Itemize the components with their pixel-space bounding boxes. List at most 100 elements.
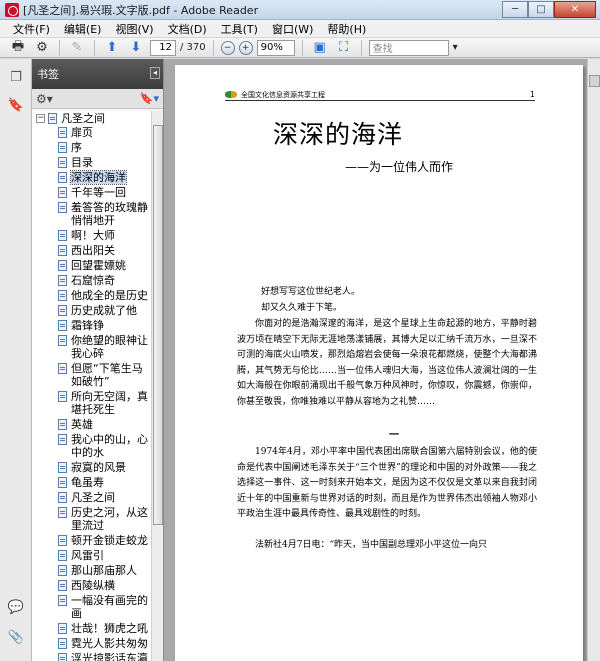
chapter-title: 深深的海洋 bbox=[273, 120, 404, 149]
paragraph-1: 你面对的是浩瀚深邃的海洋，是这个星球上生命起源的地方，平静时碧波万顷在晴空下无际… bbox=[237, 319, 537, 407]
bookmark-doc-icon bbox=[48, 112, 57, 124]
collapse-tree-icon[interactable]: − bbox=[36, 113, 45, 123]
fit-page-icon[interactable]: ▣ bbox=[310, 39, 330, 57]
bookmarks-icon[interactable]: 🔖 bbox=[8, 97, 24, 113]
bookmark-label: 啊！大师 bbox=[71, 229, 115, 242]
bookmark-item[interactable]: 霓光人影共匆匆 bbox=[32, 636, 152, 651]
bookmark-item[interactable]: 顿开金锁走蛟龙 bbox=[32, 533, 152, 548]
bookmark-doc-icon bbox=[58, 305, 67, 316]
search-dropdown-icon[interactable]: ▾ bbox=[453, 42, 458, 53]
toolbar: 🖶 ⚙ ✎ ⬆ ⬇ 12 / 370 − + 90% ▣ ⛶ 查找 ▾ bbox=[0, 38, 600, 58]
chapter-subtitle: ——为一位伟人而作 bbox=[345, 160, 454, 174]
menu-bar: 文件(F) 编辑(E) 视图(V) 文档(D) 工具(T) 窗口(W) 帮助(H… bbox=[0, 20, 600, 38]
menu-view[interactable]: 视图(V) bbox=[108, 21, 160, 37]
bookmark-label: 扉页 bbox=[71, 126, 93, 139]
search-input[interactable]: 查找 bbox=[368, 39, 449, 56]
create-pdf-icon[interactable]: ⚙ bbox=[32, 39, 52, 57]
bookmark-item[interactable]: 浮光掠影话东瀛 bbox=[32, 651, 152, 661]
bookmark-label: 一幅没有画完的画 bbox=[71, 594, 148, 620]
next-page-icon[interactable]: ⬇ bbox=[126, 39, 146, 57]
paragraph-3: 法新社4月7日电：“昨天，当中国副总理邓小平这位一向只 bbox=[255, 540, 488, 550]
bookmark-doc-icon bbox=[58, 595, 67, 606]
bookmark-item[interactable]: 他成全的是历史 bbox=[32, 288, 152, 303]
scroll-thumb[interactable] bbox=[589, 75, 600, 87]
comment-icon[interactable]: ✎ bbox=[67, 39, 87, 57]
bookmark-item[interactable]: 龟虽寿 bbox=[32, 475, 152, 490]
attachments-icon[interactable]: 📎 bbox=[8, 629, 24, 645]
page-total: / 370 bbox=[180, 42, 206, 53]
bookmark-item[interactable]: 霜锋铮 bbox=[32, 318, 152, 333]
comments-icon[interactable]: 💬 bbox=[8, 599, 24, 615]
bookmark-item[interactable]: 我心中的山，心中的水 bbox=[32, 432, 152, 460]
page-number: 1 bbox=[529, 90, 535, 99]
bookmark-item[interactable]: 风雷引 bbox=[32, 548, 152, 563]
maximize-button[interactable]: □ bbox=[528, 0, 554, 18]
bookmark-item[interactable]: 回望霍嫖姚 bbox=[32, 258, 152, 273]
bookmark-item[interactable]: 千年等一回 bbox=[32, 185, 152, 200]
bookmarks-scrollbar[interactable] bbox=[151, 111, 163, 661]
opening-line-1: 好想写写这位世纪老人。 bbox=[261, 287, 361, 297]
bookmark-item[interactable]: 历史成就了他 bbox=[32, 303, 152, 318]
bookmark-item[interactable]: 西陵纵横 bbox=[32, 578, 152, 593]
bookmark-root[interactable]: − 凡圣之间 bbox=[32, 111, 152, 125]
bookmark-doc-icon bbox=[58, 363, 67, 374]
bookmark-item[interactable]: 但愿“下笔生马如破竹” bbox=[32, 361, 152, 389]
menu-edit[interactable]: 编辑(E) bbox=[57, 21, 109, 37]
minimize-button[interactable]: ─ bbox=[502, 0, 528, 18]
bookmark-label: 霓光人影共匆匆 bbox=[71, 637, 148, 650]
bookmark-item[interactable]: 英雄 bbox=[32, 417, 152, 432]
zoom-out-icon[interactable]: − bbox=[220, 40, 235, 55]
bookmark-doc-icon bbox=[58, 623, 67, 634]
options-gear-icon[interactable]: ⚙▾ bbox=[36, 92, 53, 106]
zoom-select[interactable]: 90% bbox=[256, 39, 295, 56]
bookmark-item[interactable]: 西出阳关 bbox=[32, 243, 152, 258]
close-button[interactable]: ✕ bbox=[554, 0, 596, 18]
toolbar-divider bbox=[212, 39, 214, 56]
bookmark-label: 我心中的山，心中的水 bbox=[71, 433, 148, 459]
bookmark-doc-icon bbox=[58, 202, 67, 213]
bookmark-item[interactable]: 啊！大师 bbox=[32, 228, 152, 243]
bookmark-item[interactable]: 序 bbox=[32, 140, 152, 155]
bookmark-item[interactable]: 扉页 bbox=[32, 125, 152, 140]
bookmark-label: 霜锋铮 bbox=[71, 319, 104, 332]
scroll-thumb[interactable] bbox=[153, 125, 163, 525]
bookmark-item[interactable]: 凡圣之间 bbox=[32, 490, 152, 505]
document-scrollbar[interactable] bbox=[587, 59, 600, 661]
menu-document[interactable]: 文档(D) bbox=[161, 21, 214, 37]
bookmark-item[interactable]: 深深的海洋 bbox=[32, 170, 152, 185]
menu-window[interactable]: 窗口(W) bbox=[265, 21, 320, 37]
bookmark-label: 浮光掠影话东瀛 bbox=[71, 652, 148, 661]
collapse-panel-icon[interactable]: ◂ bbox=[150, 67, 160, 79]
bookmark-label: 深深的海洋 bbox=[70, 170, 127, 185]
prev-page-icon[interactable]: ⬆ bbox=[102, 39, 122, 57]
zoom-in-icon[interactable]: + bbox=[238, 40, 253, 55]
bookmark-item[interactable]: 羞答答的玫瑰静悄悄地开 bbox=[32, 200, 152, 228]
menu-tools[interactable]: 工具(T) bbox=[214, 21, 265, 37]
page-number-input[interactable]: 12 bbox=[150, 39, 176, 56]
bookmark-doc-icon bbox=[58, 245, 67, 256]
bookmark-item[interactable]: 寂寞的风景 bbox=[32, 460, 152, 475]
bookmark-label: 目录 bbox=[71, 156, 93, 169]
bookmark-item[interactable]: 历史之河，从这里流过 bbox=[32, 505, 152, 533]
bookmark-item[interactable]: 壮哉！狮虎之吼 bbox=[32, 621, 152, 636]
bookmark-item[interactable]: 你绝望的眼神让我心碎 bbox=[32, 333, 152, 361]
pages-icon[interactable]: ❐ bbox=[8, 69, 24, 85]
print-icon[interactable]: 🖶 bbox=[8, 39, 28, 57]
new-bookmark-icon[interactable]: 🔖▾ bbox=[140, 92, 159, 105]
bookmark-label: 英雄 bbox=[71, 418, 93, 431]
menu-help[interactable]: 帮助(H) bbox=[320, 21, 373, 37]
bookmark-item[interactable]: 石窟惊奇 bbox=[32, 273, 152, 288]
bookmark-item[interactable]: 一幅没有画完的画 bbox=[32, 593, 152, 621]
full-screen-icon[interactable]: ⛶ bbox=[334, 39, 354, 57]
bookmark-label: 历史之河，从这里流过 bbox=[71, 506, 148, 532]
menu-file[interactable]: 文件(F) bbox=[6, 21, 57, 37]
bookmark-item[interactable]: 那山那庙那人 bbox=[32, 563, 152, 578]
bookmark-label: 寂寞的风景 bbox=[71, 461, 126, 474]
bookmark-doc-icon bbox=[58, 462, 67, 473]
bookmarks-title: 书签 bbox=[37, 68, 59, 81]
bookmark-doc-icon bbox=[58, 290, 67, 301]
bookmark-doc-icon bbox=[58, 172, 67, 183]
bookmark-doc-icon bbox=[58, 477, 67, 488]
bookmark-item[interactable]: 目录 bbox=[32, 155, 152, 170]
bookmark-item[interactable]: 所向无空阔，真堪托死生 bbox=[32, 389, 152, 417]
